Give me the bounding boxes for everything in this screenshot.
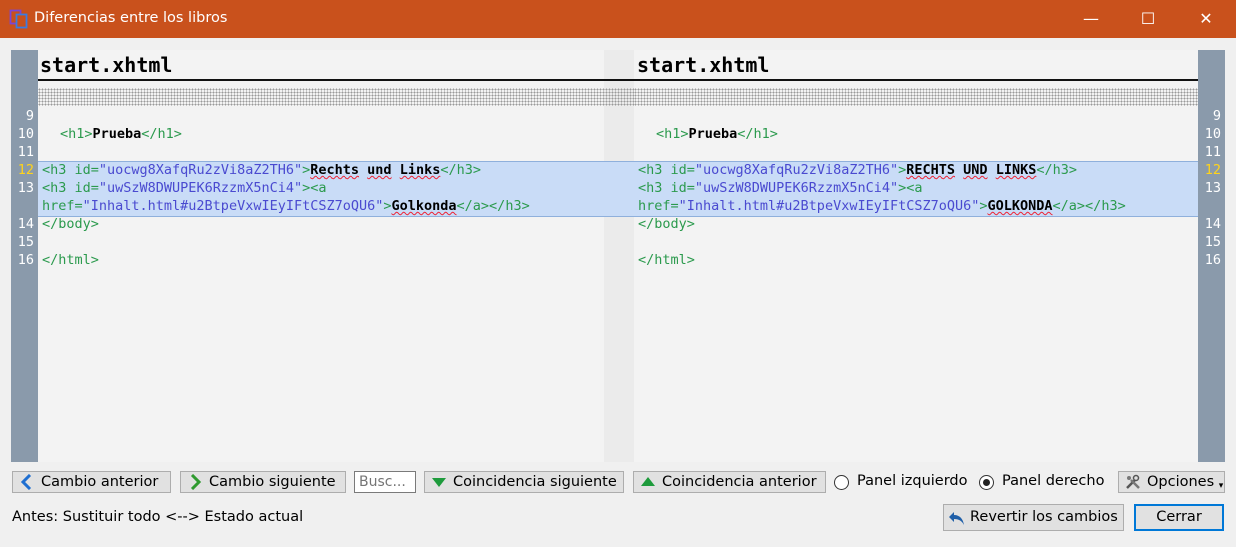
next-change-button[interactable]: Cambio siguiente (180, 471, 346, 493)
line-number: 11 (1204, 144, 1221, 160)
compare-books-icon (9, 9, 28, 29)
line-number: 15 (1204, 234, 1221, 250)
line-number: 15 (17, 234, 34, 250)
triangle-up-icon (641, 477, 655, 486)
left-header-rule (38, 79, 634, 81)
code-line: </body> (638, 216, 695, 232)
line-number: 9 (25, 108, 34, 124)
code-line: </body> (42, 216, 99, 232)
close-button[interactable]: Cerrar (1134, 504, 1224, 531)
window-title: Diferencias entre los libros (34, 10, 228, 26)
next-match-label: Coincidencia siguiente (453, 474, 617, 490)
right-panel-radio[interactable] (979, 475, 994, 490)
line-number: 14 (1204, 216, 1221, 232)
prev-match-label: Coincidencia anterior (662, 474, 817, 490)
right-panel-label[interactable]: Panel derecho (1002, 473, 1104, 489)
code-line: <h3 id="uwSzW8DWUPEK6RzzmX5nCi4"><a (42, 180, 327, 196)
undo-arrow-icon (949, 512, 964, 525)
title-bar: Diferencias entre los libros — ☐ ✕ (0, 0, 1236, 38)
prev-match-button[interactable]: Coincidencia anterior (633, 471, 826, 493)
search-input[interactable] (354, 471, 416, 493)
close-window-button[interactable]: ✕ (1183, 0, 1229, 38)
line-number: 12 (1204, 162, 1221, 178)
line-number: 11 (17, 144, 34, 160)
code-line: <h3 id="uocwg8XafqRu2zVi8aZ2TH6">Rechts … (42, 162, 481, 178)
line-number: 14 (17, 216, 34, 232)
code-line: href="Inhalt.html#u2BtpeVxwIEyIFtCSZ7oQU… (42, 198, 530, 214)
right-diff-pane[interactable] (634, 50, 1198, 462)
code-line: </html> (638, 252, 695, 268)
minimize-button[interactable]: — (1068, 0, 1114, 38)
chevron-left-icon (20, 474, 32, 490)
revert-label: Revertir los cambios (970, 509, 1118, 525)
maximize-button[interactable]: ☐ (1125, 0, 1171, 38)
code-line: <h3 id="uocwg8XafqRu2zVi8aZ2TH6">RECHTS … (638, 162, 1077, 178)
code-line: </html> (42, 252, 99, 268)
line-number: 16 (17, 252, 34, 268)
line-number: 10 (1204, 126, 1221, 142)
diff-divider (604, 50, 634, 462)
revert-button[interactable]: Revertir los cambios (943, 504, 1124, 531)
line-number: 13 (17, 180, 34, 196)
right-header-rule (634, 79, 1198, 81)
prev-change-button[interactable]: Cambio anterior (12, 471, 171, 493)
left-panel-radio[interactable] (834, 475, 849, 490)
triangle-down-icon (432, 478, 446, 487)
right-filename: start.xhtml (637, 53, 770, 77)
next-change-label: Cambio siguiente (209, 474, 336, 490)
next-match-button[interactable]: Coincidencia siguiente (424, 471, 624, 493)
options-button[interactable]: Opciones ▾ (1118, 471, 1225, 493)
left-filename: start.xhtml (40, 53, 173, 77)
left-panel-label[interactable]: Panel izquierdo (857, 473, 968, 489)
right-skipped-lines (634, 88, 1198, 106)
options-label: Opciones (1147, 474, 1215, 490)
status-text: Antes: Sustituir todo <--> Estado actual (12, 509, 304, 525)
chevron-right-icon (190, 474, 202, 490)
left-skipped-lines (38, 88, 634, 106)
prev-change-label: Cambio anterior (41, 474, 159, 490)
line-number: 12 (17, 162, 34, 178)
dropdown-arrow-icon: ▾ (1218, 481, 1224, 491)
tools-icon (1126, 474, 1140, 489)
code-line: href="Inhalt.html#u2BtpeVxwIEyIFtCSZ7oQU… (638, 198, 1126, 214)
code-line: <h3 id="uwSzW8DWUPEK6RzzmX5nCi4"><a (638, 180, 923, 196)
line-number: 13 (1204, 180, 1221, 196)
left-diff-pane[interactable] (38, 50, 604, 462)
line-number: 9 (1212, 108, 1221, 124)
code-line: <h1>Prueba</h1> (60, 126, 182, 142)
line-number: 10 (17, 126, 34, 142)
line-number: 16 (1204, 252, 1221, 268)
code-line: <h1>Prueba</h1> (656, 126, 778, 142)
